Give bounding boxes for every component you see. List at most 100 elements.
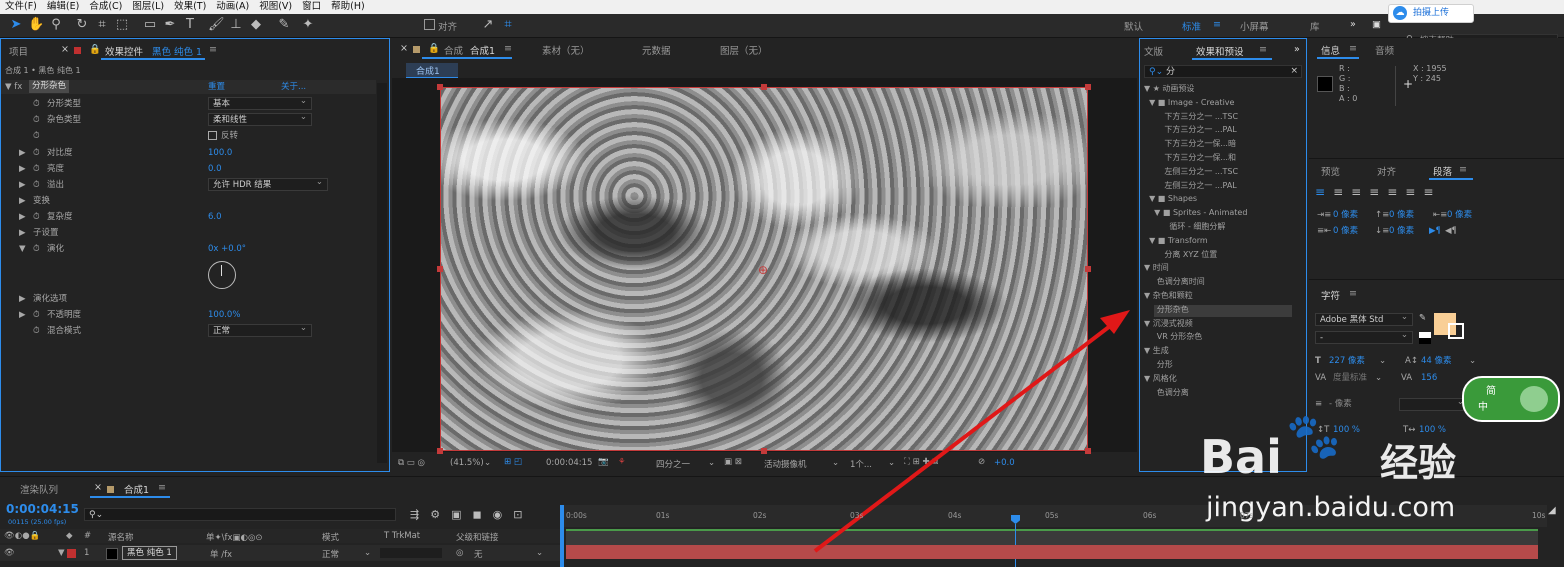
tab-render-queue[interactable]: 渲染队列 — [20, 482, 58, 496]
anchor-point-icon[interactable]: ⊕ — [758, 263, 768, 277]
menu-item-6[interactable]: 视图(V) — [254, 0, 297, 14]
tab-metadata[interactable]: 元数据 — [642, 43, 671, 57]
eyedropper-icon[interactable]: ✎ — [1419, 310, 1426, 326]
effect-tree-item[interactable]: 分形杂色 — [1144, 303, 1247, 317]
menu-item-5[interactable]: 动画(A) — [211, 0, 254, 14]
reset-link[interactable]: 重置 — [208, 79, 225, 95]
view-options-icon[interactable]: ⧉ ▭ ◎ — [398, 458, 425, 468]
indent-left-value[interactable]: 0 像素 — [1333, 207, 1358, 223]
effect-tree-item[interactable]: 下方三分之一 ...TSC — [1144, 110, 1247, 124]
tab-info[interactable]: 信息 — [1321, 43, 1340, 57]
effect-tree-item[interactable]: 左侧三分之一 ...PAL — [1144, 179, 1247, 193]
layer-mode-select[interactable]: 正常 — [322, 548, 339, 560]
menu-item-3[interactable]: 图层(L) — [127, 0, 169, 14]
prop-value[interactable]: 0.0 — [208, 161, 222, 177]
layer-label-color[interactable] — [67, 549, 76, 558]
effect-tree-item[interactable]: ▼ ★ 动画预设 — [1144, 82, 1247, 96]
prop-value[interactable]: 6.0 — [208, 209, 222, 225]
rectangle-tool-icon[interactable]: ▭ — [142, 17, 158, 33]
prop-dropdown[interactable]: 允许 HDR 结果 — [208, 176, 328, 191]
brush-tool-icon[interactable]: 🖌 — [208, 17, 225, 33]
timeline-search-input[interactable]: ⚲⌄ — [84, 508, 396, 521]
workspace-switch-icon[interactable]: ▣ — [1372, 19, 1381, 30]
menu-item-1[interactable]: 编辑(E) — [42, 0, 84, 14]
stopwatch-icon[interactable]: ⏱ — [33, 177, 40, 193]
effect-tree-item[interactable]: 左侧三分之一 ...TSC — [1144, 165, 1247, 179]
tab-effects-presets[interactable]: 效果和预设 — [1196, 44, 1244, 58]
workspace-small-screen[interactable]: 小屏幕 — [1240, 19, 1269, 33]
timeline-switch-icons[interactable]: ⇶⚙▣◼◉⊡ — [410, 508, 533, 521]
clear-search-icon[interactable]: × — [1290, 65, 1298, 78]
more-workspaces-icon[interactable]: » — [1350, 19, 1356, 30]
views-select[interactable]: 1个... — [850, 458, 872, 470]
tracking-value[interactable]: 156 — [1421, 370, 1437, 386]
expand-icon[interactable]: » — [1294, 44, 1300, 55]
prop-value[interactable]: 100.0 — [208, 145, 232, 161]
space-before-value[interactable]: 0 像素 — [1389, 207, 1414, 223]
zoom-tool-icon[interactable]: ⚲ — [48, 17, 64, 33]
effects-search-input[interactable]: ⚲⌄ 分 × — [1144, 65, 1302, 78]
tab-footage[interactable]: 素材（无） — [542, 43, 590, 57]
first-line-value[interactable]: 0 像素 — [1447, 207, 1472, 223]
leading-value[interactable]: 44 像素 — [1421, 353, 1452, 369]
tab-align[interactable]: 对齐 — [1377, 164, 1396, 178]
font-style-select[interactable]: - — [1315, 329, 1413, 344]
indent-right-value[interactable]: 0 像素 — [1333, 223, 1358, 239]
stopwatch-icon[interactable]: ⏱ — [33, 307, 40, 323]
timeline-end-icon[interactable]: ◢ — [1548, 505, 1558, 523]
invert-checkbox[interactable]: 反转 — [208, 128, 238, 144]
stopwatch-icon[interactable]: ⏱ — [33, 112, 40, 128]
stopwatch-icon[interactable]: ⏱ — [33, 209, 40, 225]
info-menu-icon[interactable]: ≡ — [1349, 43, 1357, 54]
effect-tree-item[interactable]: 下方三分之一保...和 — [1144, 151, 1247, 165]
effect-tree-item[interactable]: ▼ 沉浸式视频 — [1144, 317, 1247, 331]
effect-tree-item[interactable]: ▼ ■ Shapes — [1144, 192, 1247, 206]
twirl-icon[interactable]: ▶ — [19, 193, 26, 209]
col-trkmat[interactable]: T TrkMat — [384, 531, 420, 541]
roi-icon[interactable]: ▣ ⊠ — [724, 457, 742, 467]
lock-icon[interactable]: 🔒 — [89, 44, 101, 55]
char-menu-icon[interactable]: ≡ — [1349, 288, 1357, 299]
pickwhip-icon[interactable]: ◎ — [456, 548, 463, 558]
clone-stamp-tool-icon[interactable]: ⊥ — [228, 17, 244, 33]
layer-row[interactable]: 👁 ▼ 1 黑色 纯色 1 单 ∕fx 正常 ⌄ ◎ 无 ⌄ — [0, 545, 560, 561]
effect-tree-item[interactable]: ▼ 风格化 — [1144, 372, 1247, 386]
tab-character[interactable]: 字符 — [1321, 288, 1340, 302]
pan-behind-tool-icon[interactable]: ⬚ — [114, 17, 130, 33]
twirl-icon[interactable]: ▶ — [19, 291, 26, 307]
twirl-icon[interactable]: ▼ — [19, 241, 26, 257]
col-source-name[interactable]: 源名称 — [108, 531, 134, 543]
prop-dropdown[interactable]: 正常 — [208, 322, 312, 337]
twirl-icon[interactable]: ▶ — [19, 161, 26, 177]
puppet-tool-icon[interactable]: ✦ — [300, 17, 316, 33]
twirl-icon[interactable]: ▶ — [19, 145, 26, 161]
effect-tree-item[interactable]: VR 分形杂色 — [1144, 330, 1247, 344]
panel-menu-icon[interactable]: ≡ — [209, 44, 217, 55]
workspace-menu-icon[interactable]: ≡ — [1213, 19, 1221, 30]
timeline-menu-icon[interactable]: ≡ — [158, 482, 166, 493]
stopwatch-icon[interactable]: ⏱ — [33, 96, 40, 112]
camera-select[interactable]: 活动摄像机 — [764, 458, 807, 470]
direction-ltr-icon[interactable]: ▶¶ — [1429, 223, 1441, 239]
effects-tree[interactable]: ▼ ★ 动画预设 ▼ ■ Image - Creative 下方三分之一 ...… — [1144, 82, 1247, 399]
view-tools-icon[interactable]: ⛶ ⊞ ✚ ⧉ — [904, 457, 938, 467]
comp-timecode[interactable]: 0:00:04:15 — [546, 458, 592, 468]
snap-grid-icon[interactable]: ⌗ — [500, 17, 516, 33]
twirl-icon[interactable]: ▶ — [19, 225, 26, 241]
tab-text[interactable]: 文版 — [1144, 44, 1163, 58]
tab-layer[interactable]: 图层（无） — [720, 43, 768, 57]
pen-tool-icon[interactable]: ✒ — [162, 17, 178, 33]
hand-tool-icon[interactable]: ✋ — [28, 17, 44, 33]
effect-tree-item[interactable]: ▼ ■ Transform — [1144, 234, 1247, 248]
layer-duration-bar[interactable] — [566, 545, 1538, 559]
tab-paragraph[interactable]: 段落 — [1433, 164, 1452, 178]
workspace-default[interactable]: 默认 — [1124, 19, 1143, 33]
menu-item-4[interactable]: 效果(T) — [169, 0, 211, 14]
effect-tree-item[interactable]: ▼ ■ Sprites - Animated — [1144, 206, 1247, 220]
effect-tree-item[interactable]: 下方三分之一 ...PAL — [1144, 123, 1247, 137]
color-channels-icon[interactable]: ⚘ — [618, 457, 626, 467]
layer-parent-select[interactable]: 无 — [474, 548, 483, 560]
effects-menu-icon[interactable]: ≡ — [1259, 44, 1267, 55]
about-link[interactable]: 关于... — [281, 79, 306, 95]
type-tool-icon[interactable]: T — [182, 17, 198, 33]
